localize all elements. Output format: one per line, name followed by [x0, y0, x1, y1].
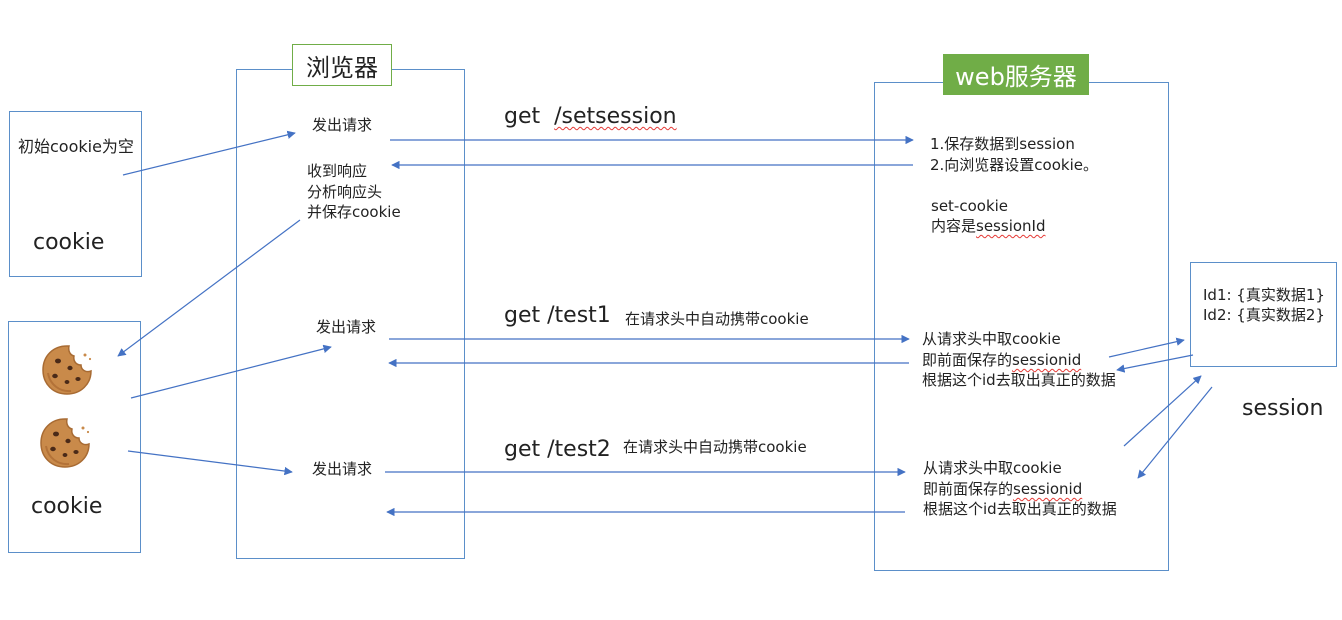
arrow-cookie-to-request3	[127, 450, 293, 476]
arrow-server-to-session-2	[1123, 375, 1202, 447]
arrows-layer	[117, 130, 1213, 517]
arrow-empty-cookie-to-request	[122, 130, 296, 176]
arrow-session-to-server-2	[1137, 386, 1213, 479]
arrow-save-cookie-to-store	[117, 219, 301, 357]
arrow-session-to-server-1	[1116, 354, 1194, 373]
arrow-cookie-to-request2	[130, 344, 332, 399]
arrow-server-to-session-1	[1108, 337, 1185, 358]
